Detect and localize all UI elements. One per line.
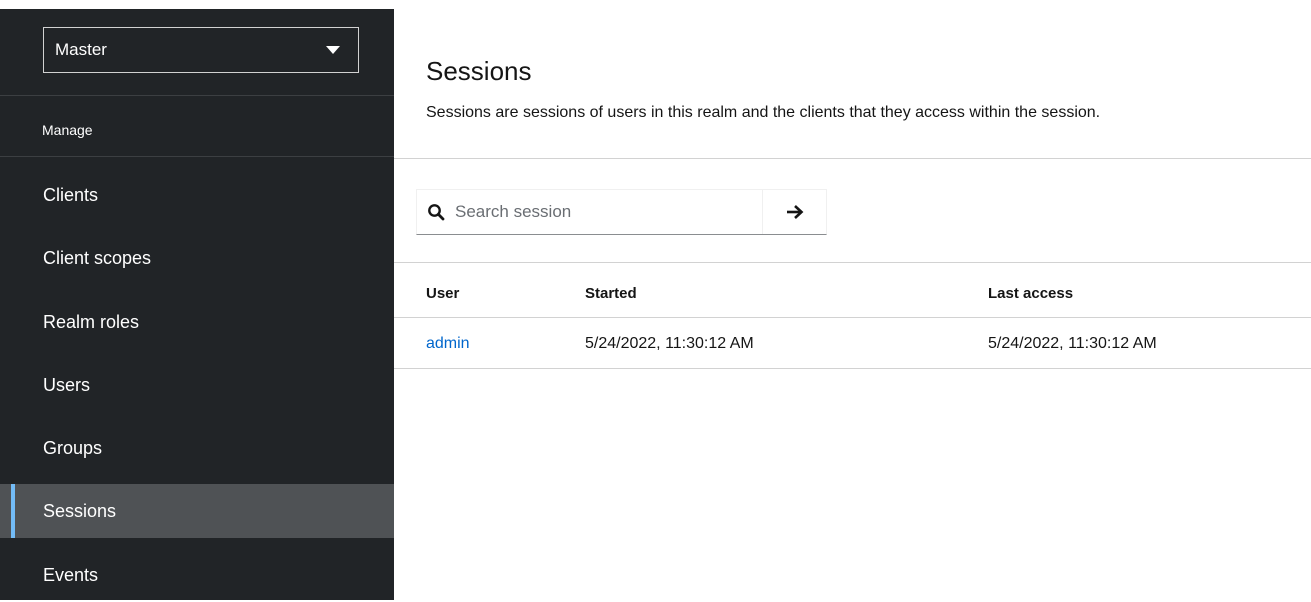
sidebar-top-edge: [0, 0, 394, 9]
toolbar-divider: [394, 262, 1311, 263]
sidebar-item-label: Groups: [43, 437, 103, 458]
search-bar: [416, 189, 827, 235]
table-row-divider: [394, 368, 1311, 369]
search-field: [417, 190, 762, 234]
sidebar-item-label: Sessions: [43, 500, 117, 521]
sidebar-item-realm-roles[interactable]: Realm roles: [0, 295, 394, 349]
user-link[interactable]: admin: [426, 335, 470, 353]
sidebar-item-events[interactable]: Events: [0, 548, 394, 602]
sidebar-divider: [0, 95, 394, 96]
sidebar-item-groups[interactable]: Groups: [0, 421, 394, 475]
sidebar-item-sessions[interactable]: Sessions: [0, 484, 394, 538]
page-title: Sessions: [426, 56, 532, 86]
table-header-divider: [394, 317, 1311, 318]
last-access-cell: 5/24/2022, 11:30:12 AM: [988, 335, 1157, 352]
sidebar-item-label: Clients: [43, 184, 99, 205]
search-submit-button[interactable]: [762, 190, 826, 234]
caret-down-icon: [326, 46, 340, 54]
sidebar-item-label: Users: [43, 374, 91, 395]
page-description: Sessions are sessions of users in this r…: [426, 104, 1101, 121]
sidebar-item-label: Client scopes: [43, 247, 152, 268]
sidebar-item-users[interactable]: Users: [0, 358, 394, 412]
search-icon: [428, 204, 445, 221]
sidebar-item-clients[interactable]: Clients: [0, 168, 394, 222]
column-header-started[interactable]: Started: [585, 285, 637, 302]
sidebar-divider: [0, 156, 394, 157]
column-header-last-access[interactable]: Last access: [988, 285, 1073, 302]
sidebar-section-title: Manage: [42, 122, 93, 138]
started-cell: 5/24/2022, 11:30:12 AM: [585, 335, 754, 352]
realm-selector[interactable]: Master: [43, 27, 359, 73]
arrow-right-icon: [786, 205, 803, 219]
search-input[interactable]: [453, 201, 757, 223]
sidebar-item-label: Events: [43, 564, 99, 585]
column-header-user[interactable]: User: [426, 285, 459, 302]
sidebar-item-label: Realm roles: [43, 311, 140, 332]
sidebar: Master Manage Clients Client scopes Real…: [0, 0, 394, 600]
realm-selector-label: Master: [55, 40, 107, 59]
sidebar-item-client-scopes[interactable]: Client scopes: [0, 231, 394, 285]
header-divider: [394, 158, 1311, 159]
